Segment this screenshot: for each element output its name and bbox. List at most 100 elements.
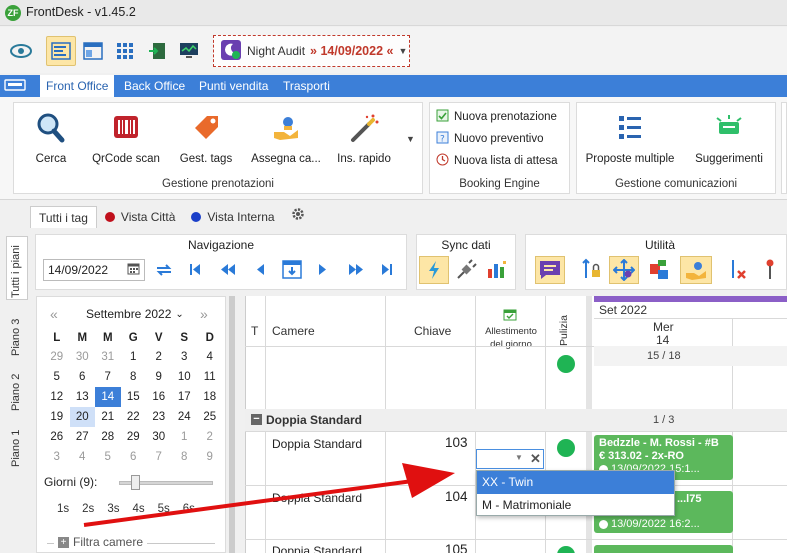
calendar-day[interactable]: 9 [146, 367, 172, 387]
calendar-day[interactable]: 25 [197, 407, 223, 427]
messages-icon[interactable] [535, 256, 565, 284]
exit-icon[interactable] [142, 36, 172, 66]
col-header-pulizia[interactable]: Pulizia [558, 315, 570, 346]
gest-tags-button[interactable]: Gest. tags [176, 112, 236, 165]
tab-piano-1[interactable]: Piano 1 [10, 430, 22, 467]
calendar-day[interactable]: 13 [70, 387, 96, 407]
keyboard-icon[interactable] [4, 79, 28, 93]
stats-icon[interactable] [486, 258, 508, 283]
ins-rapido-button[interactable]: Ins. rapido [334, 112, 394, 165]
prev-month-icon[interactable]: « [50, 306, 58, 322]
cleaning-status-icon[interactable] [557, 355, 575, 373]
sort-lock-icon[interactable] [581, 258, 601, 283]
calendar-day[interactable]: 15 [121, 387, 147, 407]
calendar-day[interactable]: 23 [146, 407, 172, 427]
nuova-lista-attesa-button[interactable]: Nuova lista di attesa [436, 153, 558, 169]
today-icon[interactable] [281, 258, 303, 283]
calendar-day[interactable]: 16 [146, 387, 172, 407]
qrcode-scan-button[interactable]: QrCode scan [90, 112, 162, 165]
clear-icon[interactable]: ✕ [530, 451, 541, 467]
assegna-camere-button[interactable]: Assegna ca... [250, 112, 322, 165]
list-view-icon[interactable] [46, 36, 76, 66]
calendar-day[interactable]: 1 [121, 347, 147, 367]
section-toggle[interactable]: − Doppia Standard [251, 413, 362, 427]
calendar-day[interactable]: 3 [172, 347, 198, 367]
calendar-day[interactable]: 10 [172, 367, 198, 387]
chevron-down-icon[interactable]: ▼ [398, 46, 407, 56]
calendar-day[interactable]: 2 [197, 427, 223, 447]
calendar-day[interactable]: 11 [197, 367, 223, 387]
calendar-day[interactable]: 26 [44, 427, 70, 447]
date-picker[interactable]: 14/09/2022 [43, 259, 145, 281]
calendar-day[interactable]: 1 [172, 427, 198, 447]
calendar-day[interactable]: 20 [69, 407, 95, 427]
back-icon[interactable] [255, 263, 265, 279]
month-selector[interactable]: Settembre 2022 ⌄ [86, 307, 184, 321]
plug-icon[interactable] [455, 259, 477, 284]
dropdown-chevron-icon[interactable]: ▼ [515, 453, 523, 462]
swap-rooms-icon[interactable] [648, 258, 670, 283]
calendar-day[interactable]: 24 [172, 407, 198, 427]
grid-view-icon[interactable] [110, 36, 140, 66]
calendar-day[interactable]: 27 [70, 427, 96, 447]
fast-back-icon[interactable] [220, 263, 236, 279]
calendar-day[interactable]: 18 [197, 387, 223, 407]
calendar-day[interactable]: 28 [95, 427, 121, 447]
col-header-camere[interactable]: Camere [272, 324, 315, 338]
pin-icon[interactable] [763, 258, 777, 283]
calendar-day[interactable]: 17 [172, 387, 198, 407]
fast-forward-icon[interactable] [348, 263, 364, 279]
col-header-chiave[interactable]: Chiave [414, 324, 451, 338]
forward-icon[interactable] [318, 263, 328, 279]
suggerimenti-button[interactable]: Suggerimenti [690, 112, 768, 165]
window-view-icon[interactable] [78, 36, 108, 66]
tab-piano-3[interactable]: Piano 3 [10, 319, 22, 356]
allestimento-select[interactable]: ▼ ✕ [476, 449, 544, 469]
monitor-icon[interactable] [174, 36, 204, 66]
calendar-day[interactable]: 14 [95, 387, 121, 407]
lightning-icon[interactable] [419, 256, 449, 284]
view-settings-button[interactable] [283, 206, 313, 228]
span-option[interactable]: 1s [57, 503, 69, 515]
nuovo-preventivo-button[interactable]: ? Nuovo preventivo [436, 131, 544, 147]
calendar-icon[interactable] [127, 262, 140, 278]
move-room-icon[interactable] [609, 256, 639, 284]
dropdown-option[interactable]: M - Matrimoniale [477, 494, 674, 517]
calendar-day[interactable]: 2 [146, 347, 172, 367]
eye-icon[interactable] [6, 36, 36, 66]
calendar-day[interactable]: 3 [44, 447, 70, 467]
tab-vista-interna[interactable]: Vista Interna [183, 206, 282, 228]
calendar-day[interactable]: 8 [121, 367, 147, 387]
tab-vista-citta[interactable]: Vista Città [97, 206, 183, 228]
cleaning-status-icon[interactable] [557, 439, 575, 457]
calendar-day[interactable]: 4 [197, 347, 223, 367]
calendar-day[interactable]: 21 [95, 407, 121, 427]
proposte-multiple-button[interactable]: Proposte multiple [584, 112, 676, 165]
tab-back-office[interactable]: Back Office [118, 75, 191, 97]
booking-block[interactable] [594, 545, 733, 553]
tab-punti-vendita[interactable]: Punti vendita [193, 75, 274, 97]
calendar-day[interactable]: 5 [44, 367, 70, 387]
assign-hand-icon[interactable] [680, 256, 712, 284]
calendar-day[interactable]: 7 [95, 367, 121, 387]
cerca-button[interactable]: Cerca [28, 112, 74, 165]
calendar-day[interactable]: 12 [44, 387, 70, 407]
tab-tutti-i-tag[interactable]: Tutti i tag [30, 206, 97, 228]
calendar-day[interactable]: 30 [146, 427, 172, 447]
calendar-day[interactable]: 22 [121, 407, 147, 427]
next-month-icon[interactable]: » [200, 306, 208, 322]
tab-trasporti[interactable]: Trasporti [277, 75, 336, 97]
tab-piano-2[interactable]: Piano 2 [10, 374, 22, 411]
calendar-day[interactable]: 29 [44, 347, 70, 367]
nuova-prenotazione-button[interactable]: Nuova prenotazione [436, 109, 557, 125]
col-header-allestimento[interactable]: Allestimento del giorno [480, 325, 542, 351]
calendar-day[interactable]: 29 [121, 427, 147, 447]
calendar-day[interactable]: 6 [70, 367, 96, 387]
calendar-day[interactable]: 30 [70, 347, 96, 367]
first-icon[interactable] [189, 263, 201, 279]
dropdown-option[interactable]: XX - Twin [477, 471, 674, 494]
refresh-icon[interactable] [154, 260, 174, 280]
filtra-camere-toggle[interactable]: + Filtra camere [54, 535, 148, 549]
ribbon-more-chevron-icon[interactable]: ▼ [406, 134, 415, 144]
last-icon[interactable] [381, 263, 393, 279]
